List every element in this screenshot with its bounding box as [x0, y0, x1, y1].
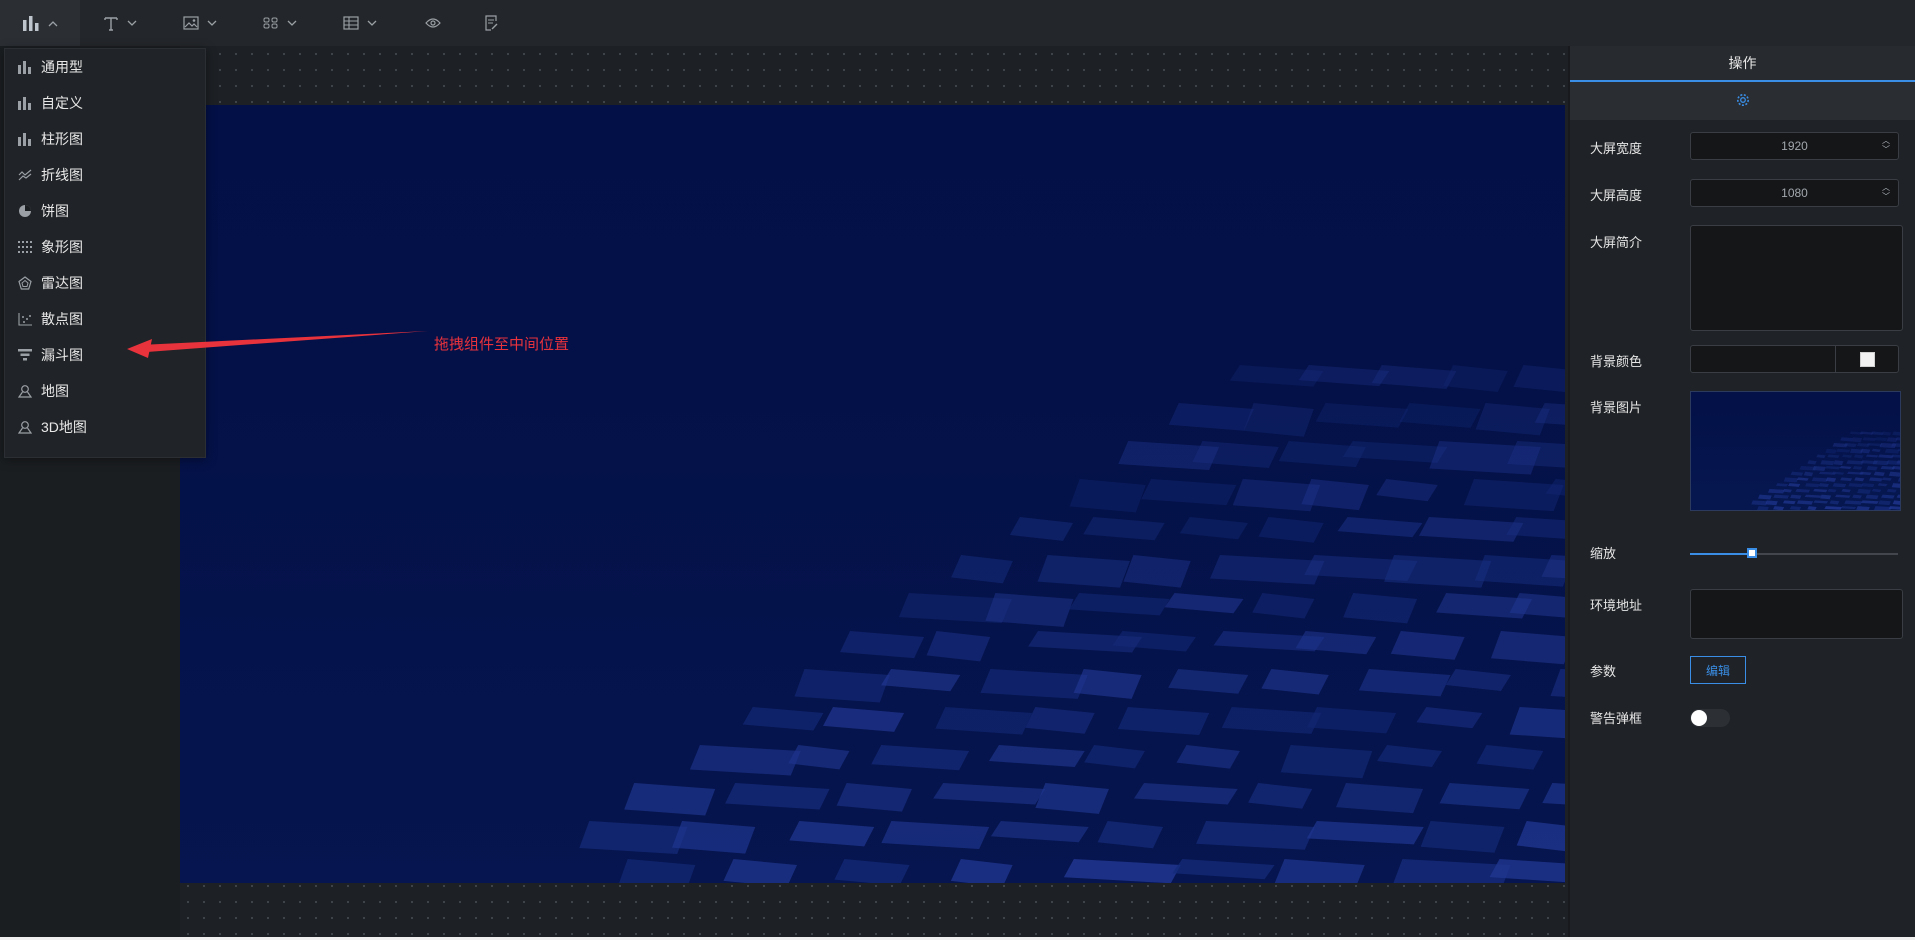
chart-menu-item[interactable]: 散点图: [5, 301, 205, 337]
width-input[interactable]: 1920 ︿ ﹀: [1690, 132, 1899, 160]
funnel-chart-icon: [17, 347, 33, 363]
height-value: 1080: [1781, 186, 1808, 200]
image-icon: [183, 16, 199, 30]
bar-chart-icon: [17, 95, 33, 111]
preview-button[interactable]: [400, 0, 466, 46]
chart-menu-item[interactable]: 柱形图: [5, 121, 205, 157]
chart-menu-item-label: 折线图: [41, 167, 83, 183]
text-menu-button[interactable]: [80, 0, 160, 46]
chevron-down-icon: [207, 20, 217, 27]
settings-tab[interactable]: [1570, 82, 1915, 120]
background-image-thumbnail[interactable]: [1690, 391, 1901, 511]
top-toolbar: [0, 0, 1915, 46]
zoom-slider[interactable]: [1690, 548, 1898, 558]
chevron-down-icon: [287, 20, 297, 27]
table-icon: [343, 16, 359, 30]
chart-menu-item-label: 散点图: [41, 311, 83, 327]
screen-canvas[interactable]: [180, 105, 1565, 883]
text-icon: [103, 15, 119, 31]
background-color-label: 背景颜色: [1590, 354, 1643, 369]
toggle-knob: [1691, 710, 1707, 726]
thumbnail-city-image: [1751, 431, 1900, 510]
chart-menu-item-label: 柱形图: [41, 131, 83, 147]
document-edit-icon: [484, 15, 498, 31]
zoom-slider-fill: [1690, 553, 1753, 555]
stepper-arrows-icon[interactable]: ︿ ﹀: [1882, 183, 1890, 201]
description-textarea[interactable]: [1690, 225, 1903, 331]
bar-chart-icon: [17, 131, 33, 147]
eye-icon: [425, 17, 441, 29]
chart-menu-item[interactable]: 通用型: [5, 49, 205, 85]
empty-color-icon: [1859, 351, 1875, 367]
chart-menu-item-label: 雷达图: [41, 275, 83, 291]
alert-label: 警告弹框: [1590, 711, 1643, 726]
environment-label: 环境地址: [1590, 598, 1643, 613]
pictorial-chart-icon: [17, 239, 33, 255]
zoom-slider-handle[interactable]: [1747, 548, 1758, 558]
chart-menu-item[interactable]: 漏斗图: [5, 337, 205, 373]
height-input[interactable]: 1080 ︿ ﹀: [1690, 179, 1899, 207]
gear-icon: [1736, 93, 1750, 110]
chart-type-menu: 通用型自定义柱形图折线图饼图象形图雷达图散点图漏斗图地图 3D地图: [4, 48, 206, 458]
chart-menu-item[interactable]: 地图: [5, 373, 205, 409]
annotation-text: 拖拽组件至中间位置: [434, 336, 570, 353]
color-swatch[interactable]: [1835, 346, 1898, 372]
grid-component-icon: [263, 17, 279, 29]
chevron-down-icon: [367, 20, 377, 27]
background-image-label: 背景图片: [1590, 400, 1643, 415]
environment-textarea[interactable]: [1690, 589, 1903, 639]
image-menu-button[interactable]: [160, 0, 240, 46]
description-label: 大屏简介: [1590, 235, 1643, 250]
height-label: 大屏高度: [1590, 188, 1643, 203]
panel-title: 操作: [1570, 46, 1915, 82]
bar-chart-icon: [22, 15, 40, 31]
chevron-up-icon: [48, 20, 58, 27]
save-button[interactable]: [466, 0, 516, 46]
background-color-picker[interactable]: [1690, 345, 1899, 373]
zoom-label: 缩放: [1590, 546, 1617, 561]
map-pin-icon: [17, 419, 33, 435]
chart-menu-item[interactable]: 折线图: [5, 157, 205, 193]
width-value: 1920: [1781, 139, 1808, 153]
chart-menu-item-label: 饼图: [41, 203, 69, 219]
scatter-chart-icon: [17, 311, 33, 327]
chart-menu-item[interactable]: 雷达图: [5, 265, 205, 301]
alert-toggle[interactable]: [1690, 709, 1730, 727]
chart-menu-item-label: 象形图: [41, 239, 83, 255]
chart-menu-item-label: 漏斗图: [41, 347, 83, 363]
component-menu-button[interactable]: [240, 0, 320, 46]
radar-chart-icon: [17, 275, 33, 291]
width-label: 大屏宽度: [1590, 141, 1643, 156]
stepper-arrows-icon[interactable]: ︿ ﹀: [1882, 136, 1890, 154]
pie-chart-icon: [17, 203, 33, 219]
chart-menu-item-label: 通用型: [41, 59, 83, 75]
map-pin-icon: [17, 383, 33, 399]
line-chart-icon: [17, 167, 33, 183]
chart-menu-item[interactable]: 象形图: [5, 229, 205, 265]
chart-menu-button[interactable]: [0, 0, 80, 46]
chart-menu-item-label: 3D地图: [41, 419, 87, 435]
chevron-down-icon: [127, 20, 137, 27]
chart-menu-item[interactable]: 3D地图: [5, 409, 205, 445]
bar-chart-icon: [17, 59, 33, 75]
background-city-image: [579, 365, 1565, 883]
params-label: 参数: [1590, 664, 1617, 679]
chart-menu-item[interactable]: 饼图: [5, 193, 205, 229]
edit-params-button[interactable]: 编辑: [1690, 656, 1746, 684]
chart-menu-item-label: 地图: [41, 383, 69, 399]
chart-menu-item[interactable]: 自定义: [5, 85, 205, 121]
chart-menu-item-label: 自定义: [41, 95, 83, 111]
table-menu-button[interactable]: [320, 0, 400, 46]
